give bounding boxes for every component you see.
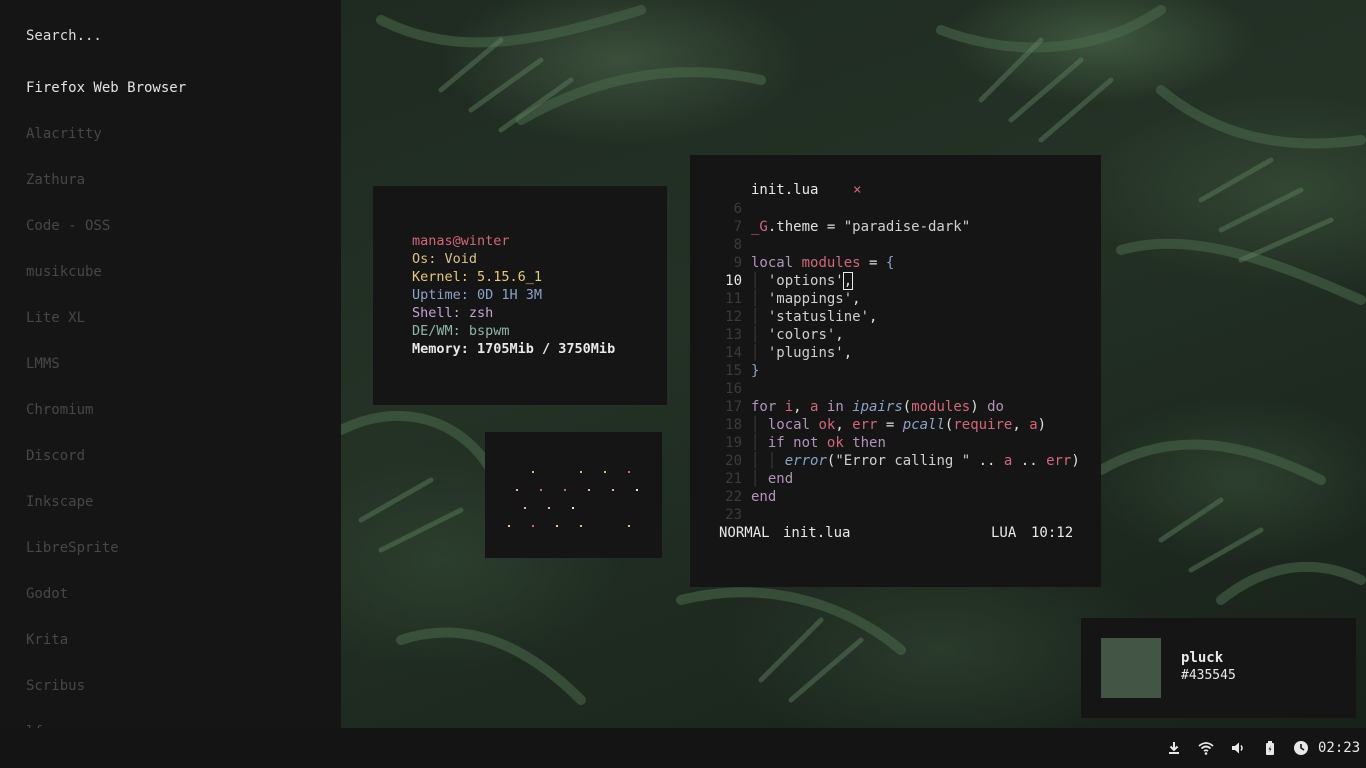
color-picker-notification[interactable]: pluck #435545 (1081, 618, 1356, 718)
line-number: 15 (725, 363, 742, 379)
color-dot (548, 507, 550, 509)
launcher-item-zathura[interactable]: Zathura (26, 170, 85, 190)
line-number: 11 (725, 291, 742, 307)
code-line[interactable]: 8 (720, 236, 751, 254)
color-name: pluck (1181, 650, 1224, 666)
line-number: 12 (725, 309, 742, 325)
status-filetype: LUA (991, 525, 1017, 541)
line-number: 9 (733, 255, 742, 271)
line-number: 17 (725, 399, 742, 415)
launcher-item-godot[interactable]: Godot (26, 584, 68, 604)
code-line[interactable]: 22 end (720, 488, 776, 506)
color-dot (524, 507, 526, 509)
launcher-item-inkscape[interactable]: Inkscape (26, 492, 93, 512)
code-line[interactable]: 6 (720, 200, 751, 218)
line-number: 16 (725, 381, 742, 397)
code-line[interactable]: 18 │ local ok, err = pcall(require, a) (720, 416, 1046, 434)
status-mode: NORMAL (719, 525, 770, 541)
launcher-item-krita[interactable]: Krita (26, 630, 68, 650)
volume-icon[interactable] (1230, 740, 1246, 756)
launcher-item-firefox[interactable]: Firefox Web Browser (26, 78, 186, 98)
line-number: 8 (733, 237, 742, 253)
color-hex-value: #435545 (1181, 668, 1236, 683)
code-line[interactable]: 7 _G.theme = "paradise-dark" (720, 218, 971, 236)
fetch-shell: Shell: zsh (412, 305, 494, 321)
code-line[interactable]: 23 (720, 506, 751, 524)
color-dot (628, 471, 630, 473)
line-number: 22 (725, 489, 742, 505)
app-launcher: Firefox Web Browser Alacritty Zathura Co… (0, 0, 341, 740)
fetch-memory: Memory: 1705Mib / 3750Mib (412, 341, 616, 357)
fetch-user-host: manas@winter (412, 233, 510, 249)
launcher-item-code-oss[interactable]: Code - OSS (26, 216, 110, 236)
code-line[interactable]: 21 │ end (720, 470, 793, 488)
line-number: 7 (733, 219, 742, 235)
color-dot (516, 489, 518, 491)
battery-icon[interactable] (1262, 740, 1278, 756)
line-number: 14 (725, 345, 742, 361)
status-filename: init.lua (783, 525, 851, 541)
system-info-window: manas@winter Os: Void Kernel: 5.15.6_1 U… (373, 186, 667, 405)
color-dot (580, 525, 582, 527)
code-line[interactable]: 15} (720, 362, 759, 380)
color-swatch (1101, 638, 1161, 698)
color-dot (636, 489, 638, 491)
color-dot (604, 471, 606, 473)
line-number: 13 (725, 327, 742, 343)
color-dot (540, 489, 542, 491)
clock-time[interactable]: 02:23 (1318, 740, 1360, 756)
code-line[interactable]: 20 │ │ error("Error calling " .. a .. err… (720, 452, 1080, 470)
color-dot (572, 507, 574, 509)
code-line[interactable]: 13 │ 'colors', (720, 326, 844, 344)
code-line[interactable]: 17 for i, a in ipairs(modules) do (720, 398, 1004, 416)
clock-icon[interactable] (1293, 740, 1309, 756)
color-dot (532, 471, 534, 473)
editor-statusline: NORMAL init.lua LUA 10:12 (719, 524, 1074, 542)
code-line-current[interactable]: 10 │ 'options', (720, 272, 854, 290)
code-line[interactable]: 16 (720, 380, 751, 398)
download-icon[interactable] (1166, 740, 1182, 756)
launcher-item-libresprite[interactable]: LibreSprite (26, 538, 119, 558)
fetch-kernel: Kernel: 5.15.6_1 (412, 269, 543, 285)
close-icon[interactable]: × (853, 182, 861, 198)
code-line[interactable]: 9 local modules = { (720, 254, 895, 272)
status-cursor-position: 10:12 (1031, 525, 1074, 541)
code-line[interactable]: 12 │ 'statusline', (720, 308, 877, 326)
line-number: 6 (733, 201, 742, 217)
line-number: 18 (725, 417, 742, 433)
line-number: 23 (725, 507, 742, 523)
color-dot (628, 525, 630, 527)
launcher-item-discord[interactable]: Discord (26, 446, 85, 466)
color-dot (564, 489, 566, 491)
launcher-item-scribus[interactable]: Scribus (26, 676, 85, 696)
color-dot (556, 525, 558, 527)
wifi-icon[interactable] (1198, 740, 1214, 756)
launcher-item-lite-xl[interactable]: Lite XL (26, 308, 85, 328)
line-number: 10 (725, 273, 742, 289)
fetch-wm: DE/WM: bspwm (412, 323, 510, 339)
launcher-item-musikcube[interactable]: musikcube (26, 262, 102, 282)
colorscript-window (485, 432, 662, 558)
line-number: 19 (725, 435, 742, 451)
code-line[interactable]: 14 │ 'plugins', (720, 344, 852, 362)
color-dot (532, 525, 534, 527)
code-line[interactable]: 11 │ 'mappings', (720, 290, 860, 308)
fetch-os: Os: Void (412, 251, 478, 267)
text-cursor: , (842, 272, 854, 290)
code-line[interactable]: 19 │ if not ok then (720, 434, 886, 452)
color-dot (588, 489, 590, 491)
color-dot (580, 471, 582, 473)
editor-tab-init-lua[interactable]: init.lua (751, 182, 818, 198)
search-input[interactable] (26, 26, 306, 46)
line-number: 20 (725, 453, 742, 469)
launcher-item-lmms[interactable]: LMMS (26, 354, 60, 374)
fetch-uptime: Uptime: 0D 1H 3M (412, 287, 543, 303)
line-number: 21 (725, 471, 742, 487)
status-bar: 02:23 (0, 728, 1366, 768)
editor-window[interactable]: init.lua × 6 7 _G.theme = "paradise-dark"… (690, 155, 1101, 587)
launcher-item-alacritty[interactable]: Alacritty (26, 124, 102, 144)
color-dot (508, 525, 510, 527)
launcher-item-chromium[interactable]: Chromium (26, 400, 93, 420)
color-dot (612, 489, 614, 491)
